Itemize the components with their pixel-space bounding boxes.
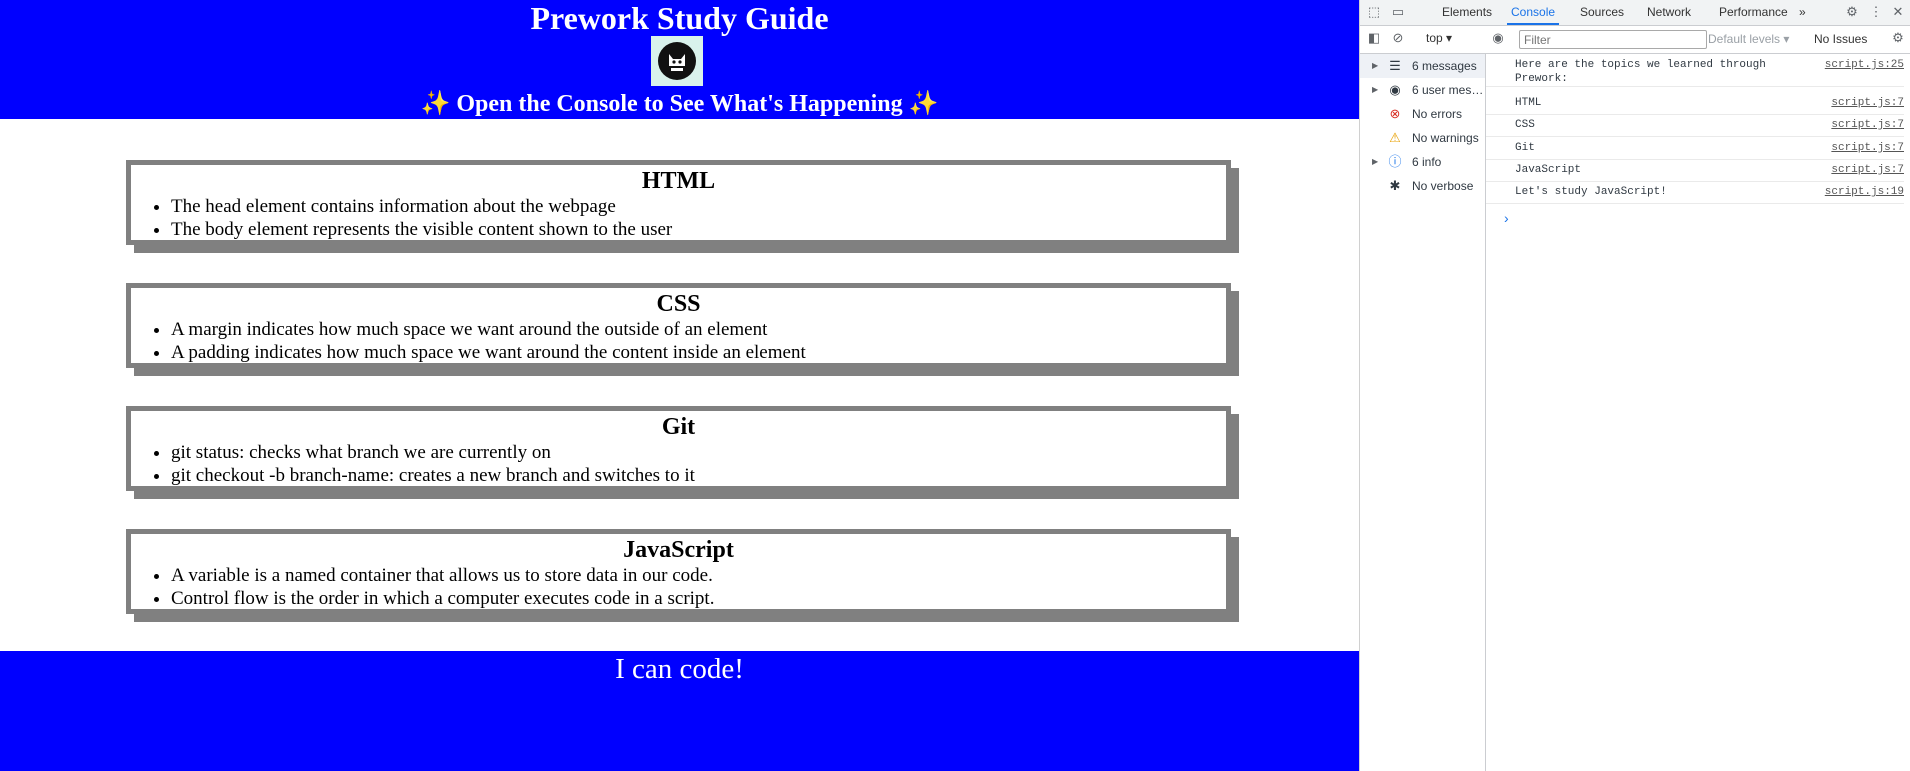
section-title: CSS — [656, 291, 701, 317]
log-levels-dropdown[interactable]: Default levels ▾ — [1708, 32, 1789, 46]
more-tabs-button[interactable]: » — [1795, 0, 1810, 25]
section-javascript: JavaScript A variable is a named contain… — [126, 529, 1231, 614]
sidebar-item-info[interactable]: ▶ ⓘ 6 info — [1360, 150, 1485, 174]
message-source-link[interactable]: script.js:7 — [1831, 96, 1904, 110]
list-item: A variable is a named container that all… — [171, 564, 1226, 587]
message-source-link[interactable]: script.js:19 — [1825, 185, 1904, 199]
tab-console[interactable]: Console — [1507, 0, 1560, 25]
clear-console-icon[interactable]: ⊘ — [1390, 30, 1406, 46]
console-sidebar: ▶ ☰ 6 messages ▶ ◉ 6 user mes… ⊗ No erro… — [1360, 54, 1486, 771]
list-item: Control flow is the order in which a com… — [171, 587, 1226, 610]
issues-counter[interactable]: No Issues — [1814, 32, 1867, 46]
devtools-tabbar: ⬚ ▭ Elements Console Sources Network Per… — [1360, 0, 1910, 26]
filter-input[interactable] — [1519, 30, 1707, 49]
tab-elements[interactable]: Elements — [1438, 0, 1496, 25]
page-header: Prework Study Guide ✨ Open the Console t… — [0, 0, 1359, 119]
message-text: Let's study JavaScript! — [1515, 186, 1667, 198]
page-subtitle: ✨ Open the Console to See What's Happeni… — [0, 87, 1359, 121]
section-list: The head element contains information ab… — [131, 195, 1226, 241]
list-item: The body element represents the visible … — [171, 218, 1226, 241]
message-text: HTML — [1515, 97, 1542, 109]
list-item: git checkout -b branch-name: creates a n… — [171, 464, 1226, 487]
console-message: CSS script.js:7 — [1486, 118, 1904, 137]
close-icon[interactable]: ✕ — [1890, 4, 1906, 20]
page-footer: I can code! — [0, 651, 1359, 771]
console-toolbar: ◧ ⊘ top ▾ ◉ Default levels ▾ No Issues ⚙ — [1360, 26, 1910, 54]
tab-performance[interactable]: Performance — [1715, 0, 1792, 25]
page-title: Prework Study Guide — [530, 0, 829, 36]
console-message: JavaScript script.js:7 — [1486, 163, 1904, 182]
tab-network[interactable]: Network — [1643, 0, 1695, 25]
message-source-link[interactable]: script.js:7 — [1831, 141, 1904, 155]
sparkle-icon: ✨ — [908, 91, 939, 117]
section-list: A variable is a named container that all… — [131, 564, 1226, 610]
sidebar-toggle-icon[interactable]: ◧ — [1366, 30, 1382, 46]
console-message: Git script.js:7 — [1486, 141, 1904, 160]
tab-sources[interactable]: Sources — [1576, 0, 1628, 25]
user-icon: ◉ — [1389, 82, 1401, 97]
sidebar-item-verbose[interactable]: ✱ No verbose — [1360, 174, 1485, 198]
section-list: A margin indicates how much space we wan… — [131, 318, 1226, 364]
section-title: HTML — [641, 168, 716, 194]
expand-arrow-icon: ▶ — [1372, 61, 1379, 70]
warning-icon: ⚠ — [1389, 130, 1401, 145]
section-css: CSS A margin indicates how much space we… — [126, 283, 1231, 368]
expand-arrow-icon: ▶ — [1372, 85, 1379, 94]
bug-icon: ✱ — [1389, 178, 1401, 193]
console-message: Let's study JavaScript! script.js:19 — [1486, 185, 1904, 204]
error-icon: ⊗ — [1389, 106, 1401, 121]
webpage: Prework Study Guide ✨ Open the Console t… — [0, 0, 1359, 771]
list-item: git status: checks what branch we are cu… — [171, 441, 1226, 464]
message-text: JavaScript — [1515, 164, 1582, 176]
sidebar-item-errors[interactable]: ⊗ No errors — [1360, 102, 1485, 126]
devtools-panel: ⬚ ▭ Elements Console Sources Network Per… — [1359, 0, 1910, 771]
device-toolbar-icon[interactable]: ▭ — [1390, 4, 1406, 20]
section-title: Git — [661, 414, 696, 440]
settings-gear-icon[interactable]: ⚙ — [1844, 4, 1860, 20]
subtitle-text: Open the Console to See What's Happening — [456, 91, 903, 117]
footer-text: I can code! — [615, 653, 744, 685]
list-item: A padding indicates how much space we wa… — [171, 341, 1226, 364]
message-source-link[interactable]: script.js:7 — [1831, 163, 1904, 177]
message-text: Here are the topics we learned through P… — [1515, 59, 1773, 85]
message-text: CSS — [1515, 119, 1535, 131]
list-item: The head element contains information ab… — [171, 195, 1226, 218]
context-label: top — [1426, 31, 1443, 45]
context-selector[interactable]: top ▾ — [1426, 31, 1452, 45]
eye-icon[interactable]: ◉ — [1490, 30, 1506, 46]
section-title: JavaScript — [623, 537, 734, 563]
section-list: git status: checks what branch we are cu… — [131, 441, 1226, 487]
list-item: A margin indicates how much space we wan… — [171, 318, 1226, 341]
sidebar-item-warnings[interactable]: ⚠ No warnings — [1360, 126, 1485, 150]
inspect-element-icon[interactable]: ⬚ — [1366, 4, 1382, 20]
sparkle-icon: ✨ — [420, 91, 451, 117]
list-icon: ☰ — [1389, 58, 1401, 73]
console-message: Here are the topics we learned through P… — [1486, 58, 1904, 87]
message-source-link[interactable]: script.js:7 — [1831, 118, 1904, 132]
cat-icon — [658, 42, 696, 80]
section-git: Git git status: checks what branch we ar… — [126, 406, 1231, 491]
console-prompt[interactable]: › — [1504, 210, 1509, 226]
expand-arrow-icon: ▶ — [1372, 157, 1379, 166]
section-html: HTML The head element contains informati… — [126, 160, 1231, 245]
message-text: Git — [1515, 142, 1535, 154]
sidebar-item-messages[interactable]: ▶ ☰ 6 messages — [1360, 54, 1485, 78]
console-messages: Here are the topics we learned through P… — [1486, 54, 1910, 771]
console-settings-icon[interactable]: ⚙ — [1890, 30, 1906, 46]
info-icon: ⓘ — [1388, 154, 1402, 169]
console-message: HTML script.js:7 — [1486, 96, 1904, 115]
message-source-link[interactable]: script.js:25 — [1825, 58, 1904, 72]
logo-image — [651, 36, 703, 86]
sidebar-item-user-messages[interactable]: ▶ ◉ 6 user mes… — [1360, 78, 1485, 102]
kebab-menu-icon[interactable]: ⋮ — [1868, 4, 1884, 20]
